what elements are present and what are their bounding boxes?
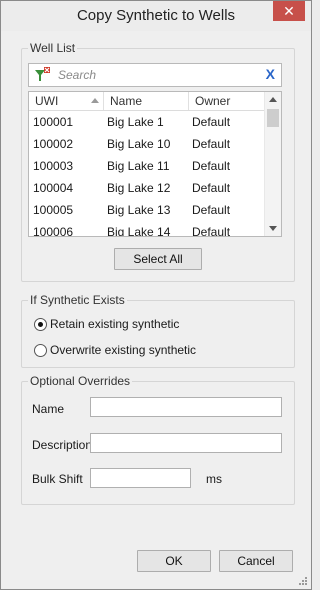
close-button[interactable]: ✕	[273, 1, 305, 21]
scroll-thumb[interactable]	[267, 109, 279, 127]
overwrite-label: Overwrite existing synthetic	[50, 343, 197, 357]
dialog-title: Copy Synthetic to Wells	[76, 7, 236, 24]
cell-name: Big Lake 1	[107, 115, 164, 129]
well-table: UWI Name Owner 100001 Big Lake 1 Default…	[28, 91, 282, 237]
cell-name: Big Lake 14	[107, 225, 171, 237]
cell-uwi: 100006	[33, 225, 74, 237]
column-header-owner[interactable]: Owner	[195, 94, 230, 108]
cell-owner: Default	[192, 137, 231, 151]
scroll-up-icon[interactable]	[269, 97, 277, 102]
table-row[interactable]: 100001 Big Lake 1 Default	[29, 111, 265, 133]
close-icon: ✕	[283, 3, 295, 19]
vertical-scrollbar[interactable]	[264, 92, 281, 236]
well-list-group: Well List X UWI Name Owner 100001	[21, 41, 295, 282]
scroll-down-icon[interactable]	[269, 226, 277, 231]
description-label: Description	[32, 438, 93, 452]
cell-name: Big Lake 10	[107, 137, 171, 151]
well-list-label: Well List	[28, 41, 78, 55]
optional-overrides-label: Optional Overrides	[28, 374, 133, 388]
select-all-button[interactable]: Select All	[114, 248, 202, 270]
retain-label: Retain existing synthetic	[50, 317, 180, 331]
cell-owner: Default	[192, 203, 231, 217]
cell-uwi: 100004	[33, 181, 74, 195]
bulk-shift-unit: ms	[206, 472, 222, 486]
table-row[interactable]: 100006 Big Lake 14 Default	[29, 221, 265, 237]
cell-name: Big Lake 12	[107, 181, 171, 195]
retain-radio[interactable]	[34, 318, 47, 331]
cell-owner: Default	[192, 225, 231, 237]
dialog-window: Copy Synthetic to Wells ✕ Well List X UW…	[0, 0, 312, 590]
column-header-name[interactable]: Name	[110, 94, 142, 108]
description-field[interactable]	[90, 433, 282, 453]
cell-name: Big Lake 11	[107, 159, 170, 173]
filter-icon[interactable]	[33, 66, 51, 84]
name-field[interactable]	[90, 397, 282, 417]
table-row[interactable]: 100004 Big Lake 12 Default	[29, 177, 265, 199]
if-synthetic-exists-group: If Synthetic Exists Retain existing synt…	[21, 293, 295, 368]
clear-search-icon[interactable]: X	[266, 66, 275, 82]
overwrite-radio[interactable]	[34, 344, 47, 357]
table-row[interactable]: 100002 Big Lake 10 Default	[29, 133, 265, 155]
column-divider[interactable]	[103, 92, 104, 110]
radio-selected-dot	[38, 322, 43, 327]
optional-overrides-group: Optional Overrides Name Description Bulk…	[21, 374, 295, 505]
sort-ascending-icon	[91, 98, 99, 103]
cell-owner: Default	[192, 159, 231, 173]
table-row[interactable]: 100003 Big Lake 11 Default	[29, 155, 265, 177]
title-bar: Copy Synthetic to Wells ✕	[1, 1, 311, 31]
if-synthetic-exists-label: If Synthetic Exists	[28, 293, 127, 307]
cell-uwi: 100003	[33, 159, 74, 173]
cell-name: Big Lake 13	[107, 203, 171, 217]
cell-uwi: 100001	[33, 115, 74, 129]
cell-uwi: 100002	[33, 137, 74, 151]
cell-owner: Default	[192, 115, 231, 129]
name-label: Name	[32, 402, 65, 416]
column-divider[interactable]	[188, 92, 189, 110]
cancel-button[interactable]: Cancel	[219, 550, 293, 572]
column-header-uwi[interactable]: UWI	[35, 94, 58, 108]
bulk-shift-field[interactable]	[90, 468, 191, 488]
search-input[interactable]	[56, 65, 260, 85]
cell-owner: Default	[192, 181, 231, 195]
table-body: 100001 Big Lake 1 Default 100002 Big Lak…	[29, 111, 265, 237]
table-header: UWI Name Owner	[29, 92, 265, 111]
resize-grip-icon[interactable]	[298, 576, 308, 586]
ok-button[interactable]: OK	[137, 550, 211, 572]
cell-uwi: 100005	[33, 203, 74, 217]
table-row[interactable]: 100005 Big Lake 13 Default	[29, 199, 265, 221]
search-box: X	[28, 63, 282, 87]
bulk-shift-label: Bulk Shift	[32, 472, 83, 486]
